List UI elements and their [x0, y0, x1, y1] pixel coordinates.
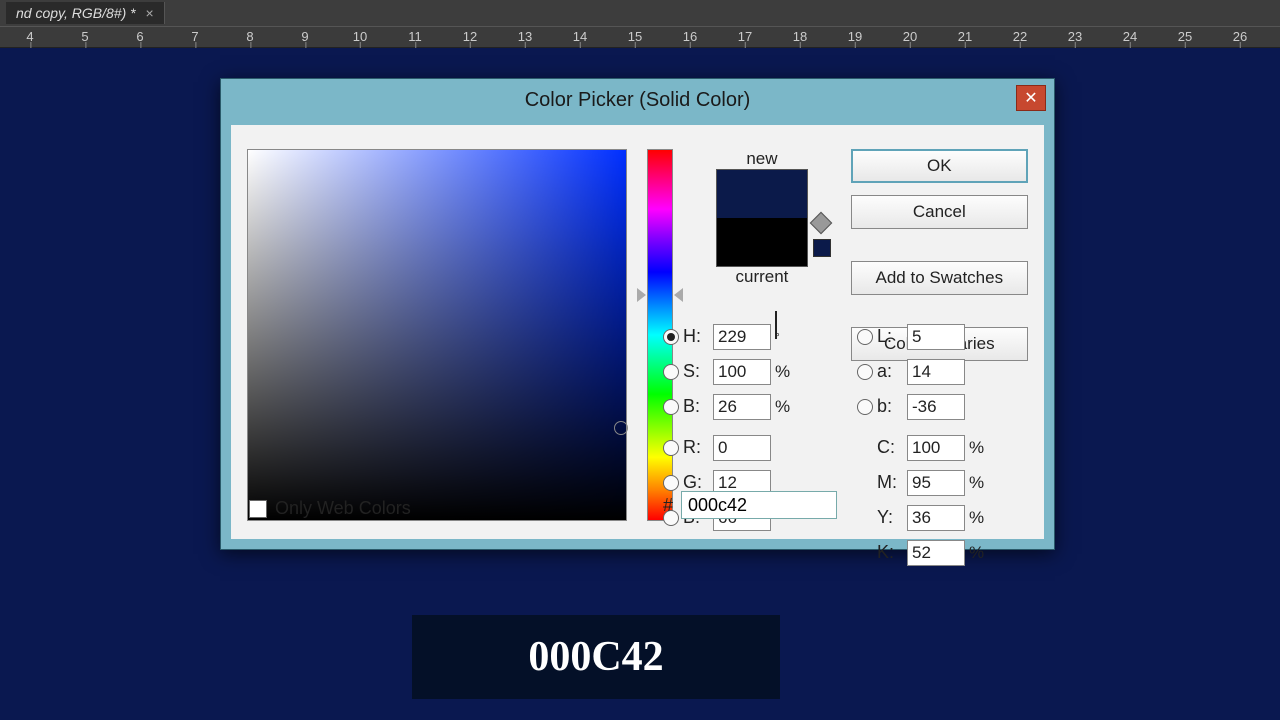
input-h[interactable]	[713, 324, 771, 350]
radio-b-hsb[interactable]	[663, 399, 679, 415]
ruler-tick: 5	[81, 27, 88, 44]
only-web-colors-checkbox[interactable]	[249, 500, 267, 518]
color-swatch-box	[716, 169, 808, 267]
radio-r[interactable]	[663, 440, 679, 456]
label-y: Y:	[877, 507, 903, 528]
color-picker-dialog: Color Picker (Solid Color) ✕ new current	[220, 78, 1055, 550]
ruler-tick: 23	[1068, 27, 1082, 44]
hex-input[interactable]	[681, 491, 837, 519]
unit-pct-k: %	[969, 543, 993, 563]
ruler-tick: 24	[1123, 27, 1137, 44]
document-tab[interactable]: nd copy, RGB/8#) * ×	[6, 2, 165, 24]
label-k: K:	[877, 542, 903, 563]
ruler-tick: 22	[1013, 27, 1027, 44]
hex-banner: 000C42	[412, 615, 780, 699]
unit-pct-c: %	[969, 438, 993, 458]
label-g: G:	[683, 472, 709, 493]
current-label: current	[687, 267, 836, 287]
unit-pct-y: %	[969, 508, 993, 528]
unit-pct-m: %	[969, 473, 993, 493]
unit-pct-b: %	[775, 397, 799, 417]
input-s[interactable]	[713, 359, 771, 385]
ok-button[interactable]: OK	[851, 149, 1028, 183]
hue-thumb-left-icon	[637, 288, 646, 302]
input-c[interactable]	[907, 435, 965, 461]
color-fields: H: ° L: S: %	[663, 319, 1028, 570]
saturation-value-field[interactable]	[247, 149, 627, 521]
input-k[interactable]	[907, 540, 965, 566]
horizontal-ruler: 4 5 6 7 8 9 10 11 12 13 14 15 16 17 18 19 20 21 22 23 24 25 26	[0, 26, 1280, 48]
ruler-tick: 17	[738, 27, 752, 44]
dialog-title: Color Picker (Solid Color)	[221, 89, 1054, 112]
hex-row: #	[663, 491, 837, 519]
ruler-tick: 21	[958, 27, 972, 44]
radio-g[interactable]	[663, 475, 679, 491]
input-l[interactable]	[907, 324, 965, 350]
add-to-swatches-button[interactable]: Add to Swatches	[851, 261, 1028, 295]
cancel-button[interactable]: Cancel	[851, 195, 1028, 229]
document-tab-title: nd copy, RGB/8#) *	[16, 5, 136, 21]
label-l: L:	[877, 326, 903, 347]
dialog-close-button[interactable]: ✕	[1016, 85, 1046, 111]
only-web-colors-row: Only Web Colors	[249, 498, 411, 519]
label-s: S:	[683, 361, 709, 382]
app-tab-bar: nd copy, RGB/8#) * ×	[0, 0, 1280, 26]
label-h: H:	[683, 326, 709, 347]
dialog-body: new current OK Cancel Add to Swatches Co…	[231, 125, 1044, 539]
input-b-hsb[interactable]	[713, 394, 771, 420]
input-a[interactable]	[907, 359, 965, 385]
text-caret-icon	[775, 311, 777, 339]
label-m: M:	[877, 472, 903, 493]
ruler-tick: 20	[903, 27, 917, 44]
hex-banner-text: 000C42	[528, 633, 663, 681]
ruler-tick: 15	[628, 27, 642, 44]
only-web-colors-label: Only Web Colors	[275, 498, 411, 519]
radio-l[interactable]	[857, 329, 873, 345]
unit-deg: °	[775, 330, 799, 344]
input-b-lab[interactable]	[907, 394, 965, 420]
input-r[interactable]	[713, 435, 771, 461]
radio-b-lab[interactable]	[857, 399, 873, 415]
label-b-hsb: B:	[683, 396, 709, 417]
radio-s[interactable]	[663, 364, 679, 380]
ruler-tick: 7	[191, 27, 198, 44]
dialog-titlebar[interactable]: Color Picker (Solid Color) ✕	[221, 79, 1054, 121]
current-color-swatch[interactable]	[717, 218, 807, 266]
input-y[interactable]	[907, 505, 965, 531]
ruler-tick: 18	[793, 27, 807, 44]
hue-thumb-right-icon	[674, 288, 683, 302]
gamut-warning-icon[interactable]	[809, 212, 832, 235]
ruler-tick: 4	[26, 27, 33, 44]
ruler-tick: 6	[136, 27, 143, 44]
ruler-tick: 25	[1178, 27, 1192, 44]
ruler-tick: 12	[463, 27, 477, 44]
radio-a[interactable]	[857, 364, 873, 380]
ruler-tick: 26	[1233, 27, 1247, 44]
ruler-tick: 11	[408, 27, 422, 44]
sv-cursor-icon	[614, 421, 628, 435]
ruler-tick: 13	[518, 27, 532, 44]
label-c: C:	[877, 437, 903, 458]
ruler-tick: 14	[573, 27, 587, 44]
close-icon: ✕	[1024, 88, 1037, 108]
ruler-tick: 10	[353, 27, 367, 44]
ruler-tick: 16	[683, 27, 697, 44]
websafe-swatch[interactable]	[813, 239, 831, 257]
input-m[interactable]	[907, 470, 965, 496]
ruler-tick: 9	[301, 27, 308, 44]
label-b-lab: b:	[877, 396, 903, 417]
radio-h[interactable]	[663, 329, 679, 345]
label-a: a:	[877, 361, 903, 382]
ruler-tick: 8	[246, 27, 253, 44]
label-r: R:	[683, 437, 709, 458]
close-icon[interactable]: ×	[145, 5, 153, 21]
ruler-tick: 19	[848, 27, 862, 44]
hex-label: #	[663, 495, 673, 516]
new-color-swatch	[717, 170, 807, 218]
new-label: new	[687, 149, 836, 169]
unit-pct-s: %	[775, 362, 799, 382]
picker-area	[247, 149, 627, 521]
